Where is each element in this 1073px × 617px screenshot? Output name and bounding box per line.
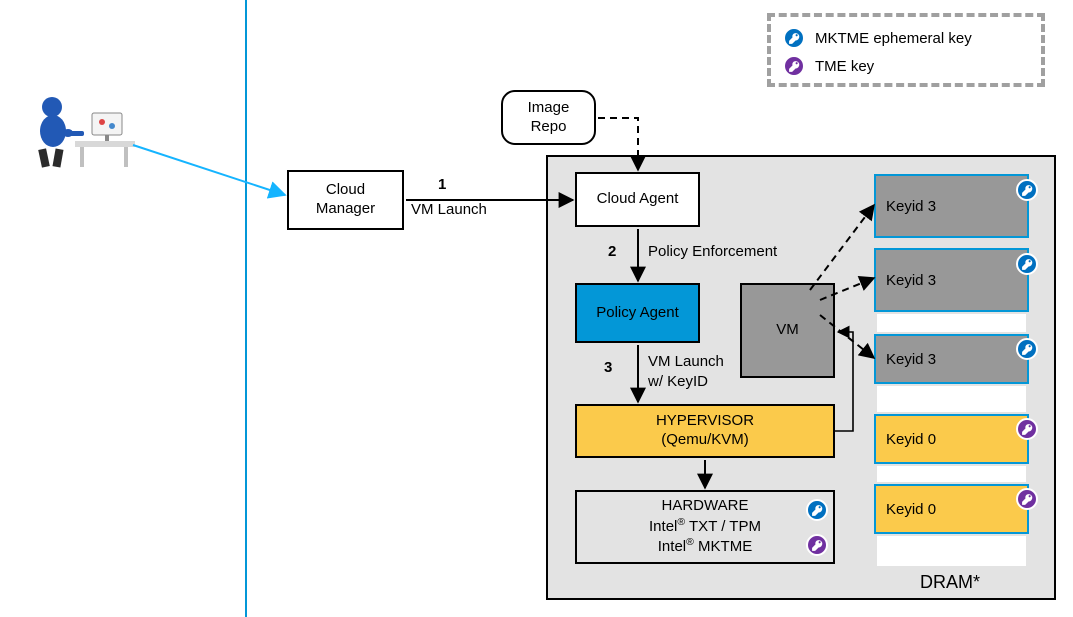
hardware-l1: HARDWARE <box>662 497 749 514</box>
dram-cell: Keyid 3 <box>874 334 1029 384</box>
dram-title: DRAM* <box>920 573 980 593</box>
step-3-label-1: VM Launch <box>648 354 724 371</box>
hardware-box: HARDWARE Intel® TXT / TPM Intel® MKTME <box>575 490 835 564</box>
key-icon <box>1016 418 1038 440</box>
step-1-num: 1 <box>438 177 446 194</box>
key-icon <box>806 499 828 521</box>
hardware-l2: Intel® TXT / TPM <box>649 518 761 535</box>
cloud-agent-box: Cloud Agent <box>575 172 700 227</box>
image-repo-box: Image Repo <box>501 90 596 145</box>
divider-line <box>245 0 247 617</box>
dram-cell-label: Keyid 3 <box>886 198 936 215</box>
key-icon <box>1016 179 1038 201</box>
step-3-num: 3 <box>604 360 612 377</box>
dram-cell-label: Keyid 3 <box>886 351 936 368</box>
dram-cell: Keyid 0 <box>874 414 1029 464</box>
image-repo-label: Image Repo <box>509 99 588 137</box>
hypervisor-label: HYPERVISOR (Qemu/KVM) <box>656 412 754 450</box>
policy-agent-label: Policy Agent <box>596 304 679 323</box>
dram-block: Keyid 3 Keyid 3 Keyid 3 Keyid 0 Keyid 0 <box>874 174 1029 566</box>
hypervisor-l1: HYPERVISOR <box>656 412 754 429</box>
hardware-l3: Intel® MKTME <box>658 538 752 555</box>
step-3-label-2: w/ KeyID <box>648 374 708 391</box>
legend-box: MKTME ephemeral key TME key <box>767 13 1045 87</box>
step-2-label: Policy Enforcement <box>648 244 777 261</box>
dram-cell: Keyid 3 <box>874 174 1029 238</box>
dram-cell: Keyid 0 <box>874 484 1029 534</box>
cloud-manager-label: Cloud Manager <box>295 181 396 219</box>
vm-label: VM <box>776 321 799 340</box>
dram-cell: Keyid 3 <box>874 248 1029 312</box>
hardware-label: HARDWARE Intel® TXT / TPM Intel® MKTME <box>649 497 761 557</box>
dram-cell-label: Keyid 0 <box>886 501 936 518</box>
key-icon <box>806 534 828 556</box>
legend-tme-label: TME key <box>815 58 874 75</box>
user-clipart <box>20 89 140 169</box>
key-icon <box>1016 488 1038 510</box>
dram-cell-label: Keyid 0 <box>886 431 936 448</box>
step-2-num: 2 <box>608 244 616 261</box>
legend-mktme-label: MKTME ephemeral key <box>815 30 972 47</box>
cloud-manager-box: Cloud Manager <box>287 170 404 230</box>
step-1-label: VM Launch <box>411 202 487 219</box>
key-icon <box>1016 338 1038 360</box>
diagram-stage: Cloud Manager Image Repo Cloud Agent Pol… <box>0 0 1073 617</box>
cloud-agent-label: Cloud Agent <box>597 190 679 209</box>
key-icon <box>783 55 805 77</box>
hypervisor-l2: (Qemu/KVM) <box>661 431 749 448</box>
key-icon <box>783 27 805 49</box>
vm-box: VM <box>740 283 835 378</box>
dram-cell-label: Keyid 3 <box>886 272 936 289</box>
key-icon <box>1016 253 1038 275</box>
hypervisor-box: HYPERVISOR (Qemu/KVM) <box>575 404 835 458</box>
policy-agent-box: Policy Agent <box>575 283 700 343</box>
